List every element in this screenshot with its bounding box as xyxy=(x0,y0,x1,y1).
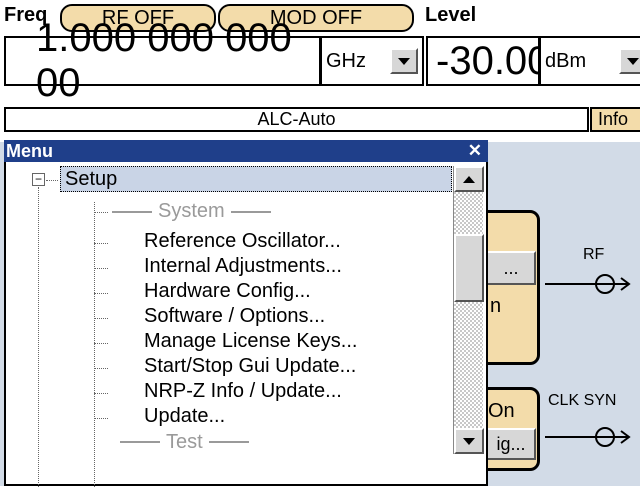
tree-connector xyxy=(94,243,108,244)
menu-item-manage-license-keys[interactable]: Manage License Keys... xyxy=(144,330,357,353)
menu-item-reference-oscillator[interactable]: Reference Oscillator... xyxy=(144,230,341,253)
rf-output-label: RF xyxy=(583,246,605,263)
chevron-down-icon xyxy=(463,437,475,445)
frequency-unit-dropdown-button[interactable] xyxy=(390,48,418,74)
frequency-unit-value: GHz xyxy=(326,49,366,72)
chevron-down-icon xyxy=(627,57,639,65)
level-unit-select[interactable]: dBm xyxy=(539,36,640,86)
section-header-test: Test xyxy=(114,432,255,452)
scroll-up-button[interactable] xyxy=(454,166,484,192)
level-field[interactable]: -30.00 xyxy=(426,36,549,86)
level-unit-dropdown-button[interactable] xyxy=(619,48,640,74)
menu-item-nrp-z-info-update[interactable]: NRP-Z Info / Update... xyxy=(144,380,342,403)
tree-connector xyxy=(94,368,108,369)
menu-title: Menu xyxy=(6,140,53,161)
tree-item-setup[interactable]: Setup xyxy=(60,166,452,192)
rf-block-config-button[interactable]: ... xyxy=(486,251,536,285)
frequency-unit-select[interactable]: GHz xyxy=(320,36,424,86)
menu-item-start-stop-gui-update[interactable]: Start/Stop Gui Update... xyxy=(144,355,356,378)
rf-output-connector-icon xyxy=(545,274,631,294)
menu-item-software-options[interactable]: Software / Options... xyxy=(144,305,325,328)
tree-connector xyxy=(38,187,39,487)
tree-connector xyxy=(94,268,108,269)
clk-syn-connector-icon xyxy=(545,427,631,447)
frequency-field[interactable]: 1.000 000 000 00 xyxy=(4,16,321,105)
menu-window: Menu ✕ − Setup System Reference Oscillat… xyxy=(4,140,488,487)
scroll-thumb[interactable] xyxy=(454,234,484,302)
section-title-system: System xyxy=(158,200,225,222)
alc-status-bar: ALC-Auto xyxy=(4,107,589,132)
close-icon[interactable]: ✕ xyxy=(468,141,482,161)
scroll-down-button[interactable] xyxy=(454,428,484,454)
section-rule xyxy=(230,210,271,213)
menu-title-bar: Menu ✕ xyxy=(4,140,488,162)
tree-connector xyxy=(94,418,108,419)
rf-block-text: n xyxy=(490,295,502,317)
section-rule xyxy=(120,441,160,443)
tree-connector xyxy=(94,343,108,344)
setup-collapse-toggle[interactable]: − xyxy=(32,173,45,186)
clk-block-config-button[interactable]: ig... xyxy=(486,428,536,460)
menu-tree: − Setup System Reference Oscillator... I… xyxy=(4,162,488,487)
section-rule xyxy=(208,441,249,443)
clk-block-state: On xyxy=(488,400,515,422)
tree-connector xyxy=(94,318,108,319)
tree-connector xyxy=(46,180,58,181)
tree-connector xyxy=(94,202,95,487)
tree-connector xyxy=(94,393,108,394)
menu-item-update[interactable]: Update... xyxy=(144,405,225,428)
tree-connector xyxy=(94,293,108,294)
info-button[interactable]: Info xyxy=(590,107,640,132)
section-title-test: Test xyxy=(166,432,203,452)
menu-item-internal-adjustments[interactable]: Internal Adjustments... xyxy=(144,255,342,278)
section-header-system: System xyxy=(106,200,277,223)
chevron-up-icon xyxy=(463,175,475,183)
menu-scrollbar[interactable] xyxy=(453,166,484,454)
section-rule xyxy=(112,210,152,213)
level-unit-value: dBm xyxy=(545,49,587,72)
menu-item-hardware-config[interactable]: Hardware Config... xyxy=(144,280,311,303)
level-label: Level xyxy=(425,4,477,26)
chevron-down-icon xyxy=(398,57,410,65)
clk-syn-label: CLK SYN xyxy=(548,392,617,409)
